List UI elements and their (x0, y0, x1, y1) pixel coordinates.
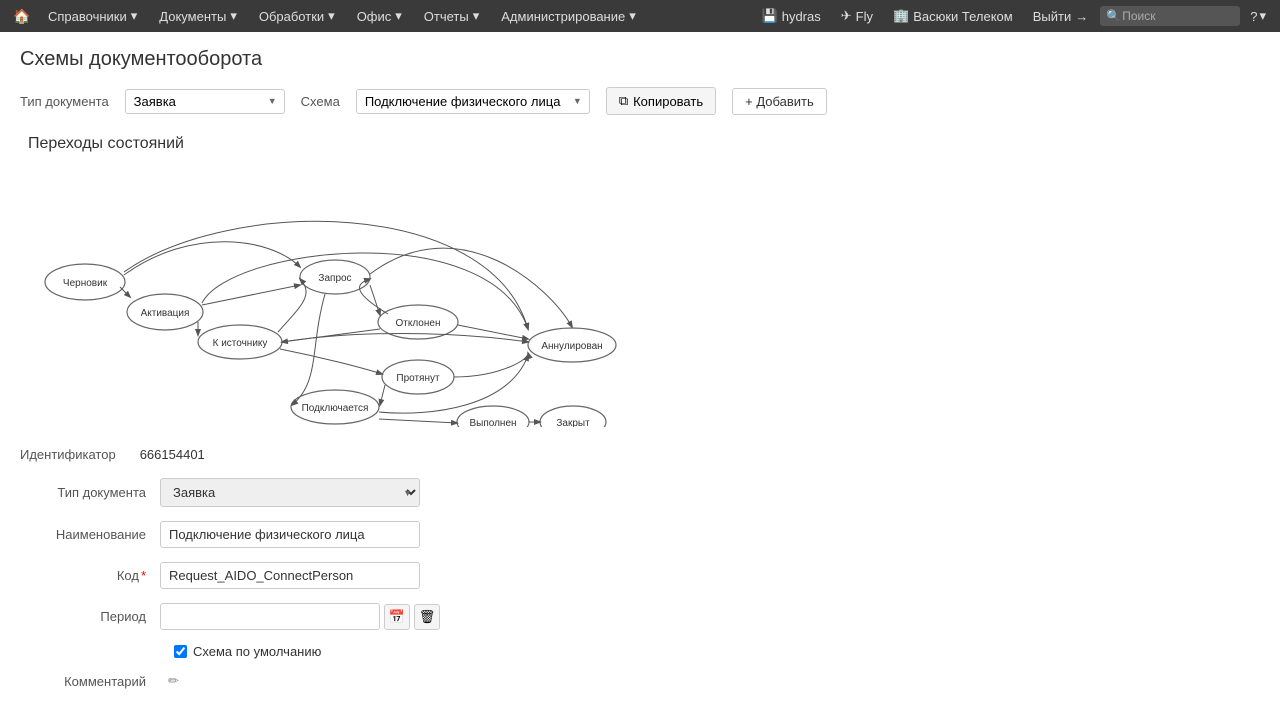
calendar-icon: 📅 (389, 609, 405, 625)
form-row-period: Период 📅 🗑 (20, 603, 1260, 630)
nav-user-hydras[interactable]: 💾 hydras (754, 4, 829, 28)
nav-company[interactable]: 🏢 Васюки Телеком (885, 4, 1021, 28)
svg-text:Закрыт: Закрыт (556, 418, 590, 427)
navbar-right: 💾 hydras ✈ Fly 🏢 Васюки Телеком Выйти → … (754, 4, 1272, 28)
doc-type-label: Тип документа (20, 94, 109, 109)
svg-text:Активация: Активация (141, 308, 190, 319)
schema-label: Схема (301, 94, 340, 109)
chevron-down-icon: ▾ (395, 8, 402, 24)
code-input[interactable] (160, 562, 420, 589)
edit-icon[interactable]: ✏ (168, 673, 179, 689)
nav-item-обработки[interactable]: Обработки ▾ (249, 4, 345, 28)
nav-item-документы[interactable]: Документы ▾ (149, 4, 247, 28)
svg-text:Подключается: Подключается (302, 403, 369, 414)
add-button[interactable]: + Добавить (732, 88, 827, 115)
form-doc-type-label: Тип документа (20, 485, 160, 500)
diagram-container: Черновик Активация Запрос К источнику От… (20, 167, 620, 427)
logout-icon: → (1075, 9, 1088, 24)
form-comment-label: Комментарий (20, 674, 160, 689)
form-row-doc-type: Тип документа Заявка (20, 478, 1260, 507)
section-title: Переходы состояний (20, 135, 1260, 153)
page-title: Схемы документооборота (20, 48, 1260, 71)
search-input[interactable] (1100, 6, 1240, 26)
state-diagram: Черновик Активация Запрос К источнику От… (20, 167, 620, 427)
navbar: 🏠 Справочники ▾ Документы ▾ Обработки ▾ … (0, 0, 1280, 32)
calendar-button[interactable]: 📅 (384, 604, 410, 630)
form-doc-type-select[interactable]: Заявка (160, 478, 420, 507)
page-content: Схемы документооборота Тип документа Зая… (0, 32, 1280, 719)
chevron-down-icon: ▾ (1259, 8, 1266, 24)
chevron-down-icon: ▾ (629, 8, 636, 24)
form-name-label: Наименование (20, 527, 160, 542)
svg-text:Аннулирован: Аннулирован (541, 341, 602, 352)
nav-logout[interactable]: Выйти → (1025, 5, 1097, 28)
company-icon: 🏢 (893, 8, 909, 24)
nav-item-администрирование[interactable]: Администрирование ▾ (491, 4, 646, 28)
chevron-down-icon: ▾ (328, 8, 335, 24)
svg-text:Запрос: Запрос (318, 273, 351, 284)
chevron-down-icon: ▾ (230, 8, 237, 24)
name-input[interactable] (160, 521, 420, 548)
chevron-down-icon: ▾ (473, 8, 480, 24)
period-row: 📅 🗑 (160, 603, 440, 630)
form-code-label: Код (20, 568, 160, 583)
id-value: 666154401 (140, 447, 205, 462)
help-button[interactable]: ? ▾ (1244, 4, 1272, 28)
schema-select-wrap: Подключение физического лица (356, 89, 590, 114)
default-schema-label[interactable]: Схема по умолчанию (193, 644, 321, 659)
nav-item-отчеты[interactable]: Отчеты ▾ (414, 4, 489, 28)
form-row-code: Код (20, 562, 1260, 589)
form-section: Идентификатор 666154401 Тип документа За… (20, 447, 1260, 689)
svg-text:Отклонен: Отклонен (396, 318, 441, 329)
form-row-comment: Комментарий ✏ (20, 673, 1260, 689)
doc-type-select[interactable]: Заявка (125, 89, 285, 114)
nav-item-справочники[interactable]: Справочники ▾ (38, 4, 147, 28)
svg-text:Выполнен: Выполнен (469, 418, 516, 427)
checkbox-row: Схема по умолчанию (20, 644, 1260, 659)
doc-type-select-wrap: Заявка (125, 89, 285, 114)
copy-icon: ⧉ (619, 93, 628, 109)
id-row: Идентификатор 666154401 (20, 447, 1260, 462)
toolbar-row: Тип документа Заявка Схема Подключение ф… (20, 87, 1260, 115)
search-icon: 🔍 (1106, 9, 1121, 23)
schema-select[interactable]: Подключение физического лица (356, 89, 590, 114)
copy-button[interactable]: ⧉ Копировать (606, 87, 716, 115)
id-label: Идентификатор (20, 447, 116, 462)
svg-text:Протянут: Протянут (396, 373, 440, 384)
clear-period-button[interactable]: 🗑 (414, 604, 440, 630)
form-row-name: Наименование (20, 521, 1260, 548)
default-schema-checkbox[interactable] (174, 645, 187, 658)
svg-text:Черновик: Черновик (63, 278, 108, 289)
nav-user-fly[interactable]: ✈ Fly (833, 4, 881, 28)
nav-item-офис[interactable]: Офис ▾ (347, 4, 412, 28)
form-period-label: Период (20, 609, 160, 624)
database-icon: 💾 (762, 8, 778, 24)
delete-icon: 🗑 (419, 609, 436, 625)
chevron-down-icon: ▾ (131, 8, 138, 24)
fly-icon: ✈ (841, 8, 852, 24)
period-input[interactable] (160, 603, 380, 630)
home-button[interactable]: 🏠 (8, 2, 36, 30)
form-doc-type-select-wrap: Заявка (160, 478, 420, 507)
svg-text:К источнику: К источнику (213, 338, 268, 349)
